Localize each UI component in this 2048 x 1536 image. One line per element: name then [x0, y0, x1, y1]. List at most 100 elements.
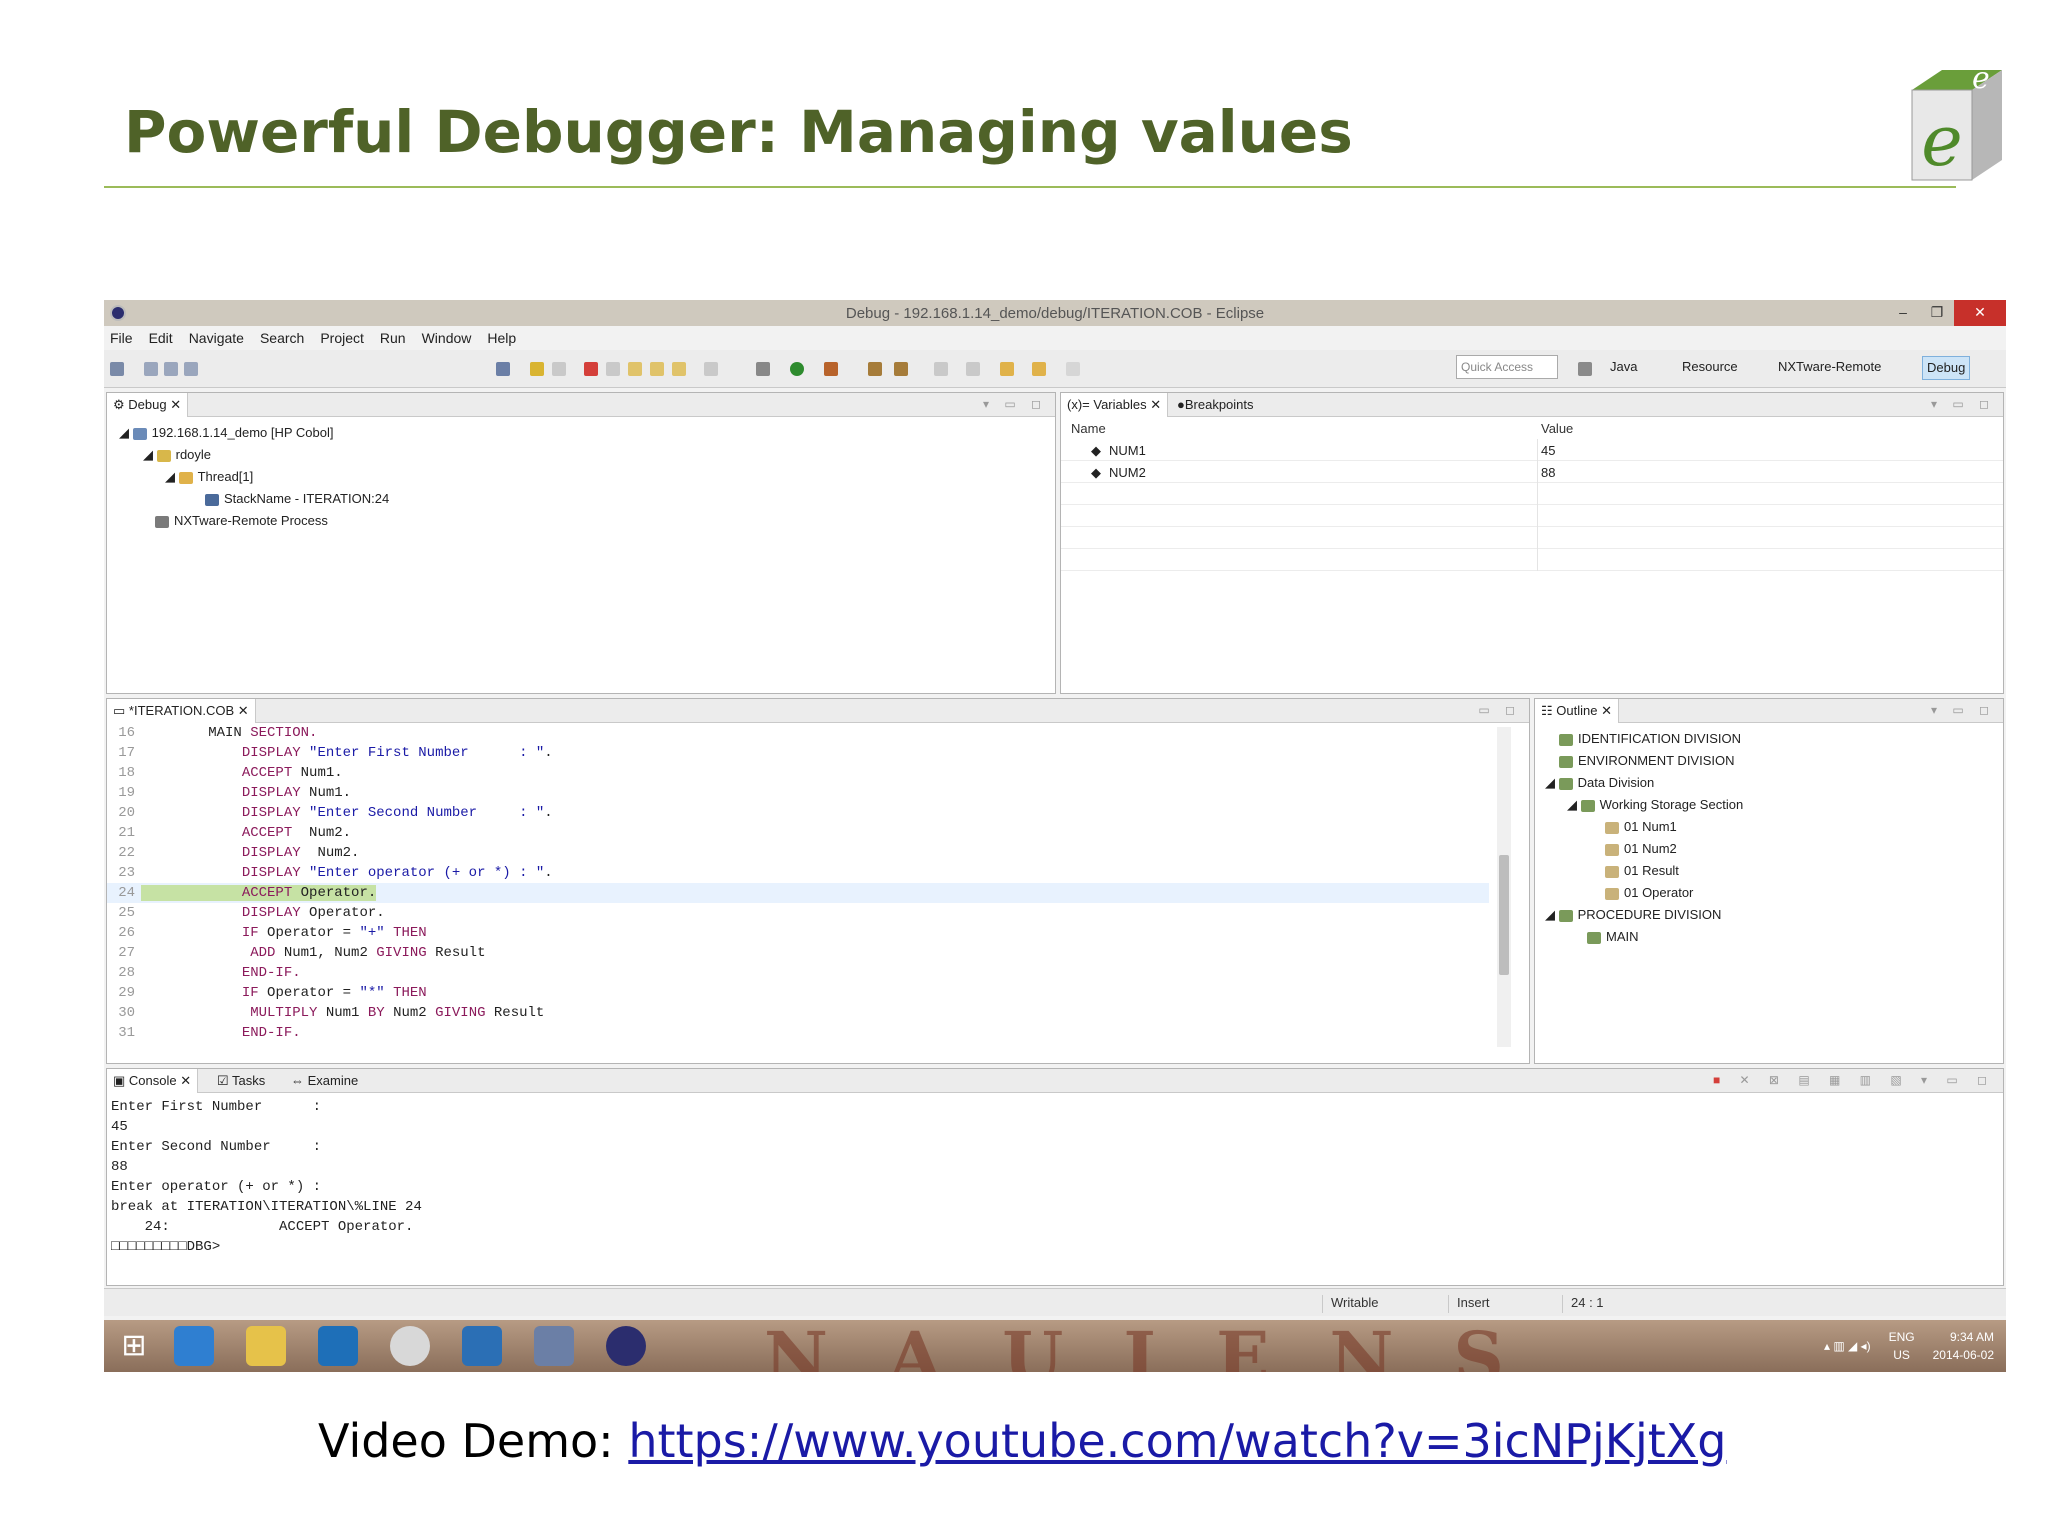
menu-search[interactable]: Search: [260, 330, 304, 346]
video-demo-link[interactable]: https://www.youtube.com/watch?v=3icNPjKj…: [628, 1414, 1726, 1468]
tab-tasks[interactable]: ☑ Tasks: [211, 1069, 271, 1093]
open-perspective-icon[interactable]: [1578, 362, 1592, 376]
last-edit-icon[interactable]: [1066, 362, 1080, 376]
clock-time[interactable]: 9:34 AM: [1933, 1328, 1994, 1346]
menu-project[interactable]: Project: [320, 330, 364, 346]
minimize-button[interactable]: –: [1886, 300, 1920, 326]
pen-app-icon[interactable]: [318, 1326, 358, 1366]
tab-variables[interactable]: (x)= Variables ✕: [1061, 393, 1169, 417]
debug-tree-item[interactable]: ◢ Thread[1]: [165, 469, 253, 485]
next-annotation-icon[interactable]: [966, 362, 980, 376]
outline-item[interactable]: ◢ Data Division: [1545, 775, 1654, 791]
resume-icon[interactable]: [530, 362, 544, 376]
outlook-icon[interactable]: [462, 1326, 502, 1366]
menu-window[interactable]: Window: [422, 330, 472, 346]
debug-tree-item[interactable]: ◢ 192.168.1.14_demo [HP Cobol]: [119, 425, 334, 441]
external-tools-icon[interactable]: [824, 362, 838, 376]
debug-tree-item[interactable]: ◢ rdoyle: [143, 447, 211, 463]
network-icon[interactable]: [534, 1326, 574, 1366]
column-value[interactable]: Value: [1541, 421, 1573, 436]
code-line: 30 MULTIPLY Num1 BY Num2 GIVING Result: [118, 1005, 545, 1021]
terminate-icon[interactable]: [584, 362, 598, 376]
skip-breakpoints-icon[interactable]: [496, 362, 510, 376]
system-tray: ▴ ▥ ◢ ◂) ENG US 9:34 AM 2014-06-02: [1824, 1328, 1994, 1364]
view-controls[interactable]: ▭ ◻: [1478, 703, 1521, 717]
editor-scrollbar[interactable]: [1497, 727, 1511, 1047]
menu-navigate[interactable]: Navigate: [189, 330, 244, 346]
scrollbar-thumb[interactable]: [1499, 855, 1509, 975]
view-controls[interactable]: ▾ ▭ ◻: [1931, 397, 1995, 411]
perspective-nxtware-remote[interactable]: NXTware-Remote: [1774, 356, 1885, 380]
tab-console[interactable]: ▣ Console ✕: [107, 1069, 199, 1093]
input-language[interactable]: ENG: [1889, 1328, 1915, 1346]
outline-item[interactable]: IDENTIFICATION DIVISION: [1559, 731, 1741, 746]
internet-explorer-icon[interactable]: [174, 1326, 214, 1366]
code-area[interactable]: 16 MAIN SECTION. 17 DISPLAY "Enter First…: [107, 723, 1529, 1063]
console-output[interactable]: Enter First Number : 45 Enter Second Num…: [107, 1093, 2003, 1285]
drop-to-frame-icon[interactable]: [704, 362, 718, 376]
quick-access-input[interactable]: Quick Access: [1456, 355, 1558, 379]
run-icon[interactable]: [790, 362, 804, 376]
search-tool-icon[interactable]: [894, 362, 908, 376]
menu-edit[interactable]: Edit: [149, 330, 173, 346]
tab-breakpoints[interactable]: ●Breakpoints: [1171, 393, 1260, 417]
examine-icon: ⇔: [291, 1073, 308, 1088]
outline-item[interactable]: 01 Num1: [1605, 819, 1677, 834]
disconnect-icon[interactable]: [606, 362, 620, 376]
eclipse-screenshot: Debug - 192.168.1.14_demo/debug/ITERATIO…: [104, 300, 2006, 1372]
bug-icon: ⚙: [113, 397, 129, 412]
perspective-resource[interactable]: Resource: [1678, 356, 1742, 380]
save-all-icon[interactable]: [164, 362, 178, 376]
file-explorer-icon[interactable]: [246, 1326, 286, 1366]
windows-start-icon[interactable]: ⊞: [114, 1326, 154, 1366]
outline-item[interactable]: ◢ Working Storage Section: [1567, 797, 1743, 813]
debug-tree-item[interactable]: NXTware-Remote Process: [155, 513, 328, 528]
empty-row: [1061, 505, 2003, 527]
print-icon[interactable]: [184, 362, 198, 376]
tab-iteration-cob[interactable]: ▭ *ITERATION.COB ✕: [107, 699, 256, 723]
step-over-icon[interactable]: [650, 362, 664, 376]
suspend-icon[interactable]: [552, 362, 566, 376]
view-controls[interactable]: ▾ ▭ ◻: [983, 397, 1047, 411]
tray-icons[interactable]: ▴ ▥ ◢ ◂): [1824, 1337, 1871, 1355]
outline-item[interactable]: 01 Result: [1605, 863, 1679, 878]
division-icon: [1558, 777, 1573, 790]
variable-row[interactable]: ◆ NUM1 45: [1061, 439, 2003, 461]
console-controls[interactable]: ■ ✕ ⊠ ▤ ▦ ▥ ▧ ▾ ▭ ◻: [1713, 1073, 1995, 1087]
column-name[interactable]: Name: [1071, 421, 1106, 436]
back-icon[interactable]: [1000, 362, 1014, 376]
outline-item[interactable]: ENVIRONMENT DIVISION: [1559, 753, 1735, 768]
close-button[interactable]: ✕: [1954, 300, 2006, 326]
outline-item[interactable]: MAIN: [1587, 929, 1639, 944]
menu-help[interactable]: Help: [487, 330, 516, 346]
forward-icon[interactable]: [1032, 362, 1046, 376]
tab-outline[interactable]: ☷ Outline ✕: [1535, 699, 1619, 723]
save-icon[interactable]: [144, 362, 158, 376]
outline-item[interactable]: 01 Operator: [1605, 885, 1693, 900]
eclipse-taskbar-icon[interactable]: [606, 1326, 646, 1366]
outline-item[interactable]: ◢ PROCEDURE DIVISION: [1545, 907, 1721, 923]
debug-tree-item[interactable]: StackName - ITERATION:24: [205, 491, 389, 506]
menu-run[interactable]: Run: [380, 330, 406, 346]
debug-config-icon[interactable]: [756, 362, 770, 376]
tab-examine[interactable]: ⇔ Examine: [285, 1069, 364, 1093]
open-type-icon[interactable]: [868, 362, 882, 376]
video-demo-line: Video Demo: https://www.youtube.com/watc…: [318, 1414, 1726, 1468]
step-into-icon[interactable]: [628, 362, 642, 376]
maximize-button[interactable]: ❐: [1920, 300, 1954, 326]
tab-debug[interactable]: ⚙ Debug ✕: [107, 393, 189, 417]
variable-row[interactable]: ◆ NUM2 88: [1061, 461, 2003, 483]
code-editor: ▭ *ITERATION.COB ✕ ▭ ◻ 16 MAIN SECTION. …: [106, 698, 1530, 1064]
code-line: 26 IF Operator = "+" THEN: [118, 925, 427, 941]
annotation-icon[interactable]: [934, 362, 948, 376]
new-icon[interactable]: [110, 362, 124, 376]
perspective-java[interactable]: Java: [1606, 356, 1641, 380]
outline-view: ☷ Outline ✕ ▾ ▭ ◻ IDENTIFICATION DIVISIO…: [1534, 698, 2004, 1064]
step-return-icon[interactable]: [672, 362, 686, 376]
view-controls[interactable]: ▾ ▭ ◻: [1931, 703, 1995, 717]
hp-icon[interactable]: [390, 1326, 430, 1366]
perspective-debug[interactable]: Debug: [1922, 356, 1971, 380]
menu-file[interactable]: File: [110, 330, 133, 346]
console-view: ▣ Console ✕ ☑ Tasks ⇔ Examine ■ ✕ ⊠ ▤ ▦ …: [106, 1068, 2004, 1286]
outline-item[interactable]: 01 Num2: [1605, 841, 1677, 856]
